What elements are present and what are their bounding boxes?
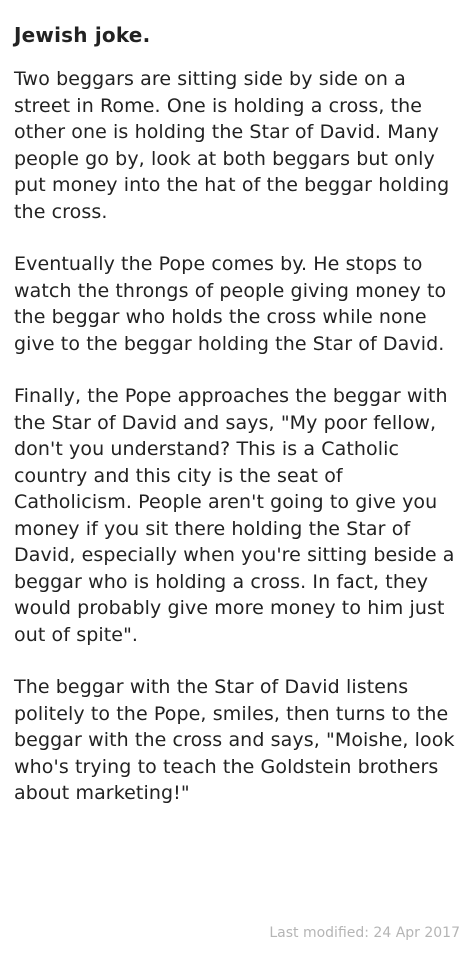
note-content: Jewish joke. Two beggars are sitting sid… xyxy=(0,0,474,960)
note-title: Jewish joke. xyxy=(14,23,151,47)
paragraph: Finally, the Pope approaches the beggar … xyxy=(14,385,455,646)
paragraph: The beggar with the Star of David listen… xyxy=(14,676,455,804)
paragraph: Eventually the Pope comes by. He stops t… xyxy=(14,253,447,355)
paragraph: Two beggars are sitting side by side on … xyxy=(14,68,450,223)
last-modified-label: Last modified: 24 Apr 2017 xyxy=(269,925,460,941)
